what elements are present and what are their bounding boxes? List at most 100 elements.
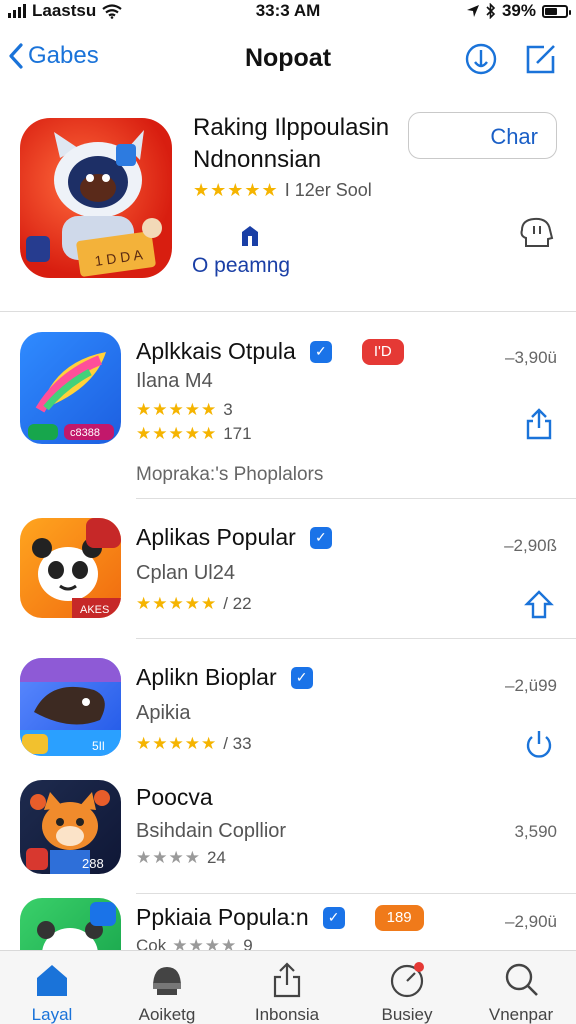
bluetooth-icon (486, 3, 496, 19)
star-rating-icon: ★★★★ (172, 936, 238, 950)
share-button[interactable] (524, 588, 554, 625)
app-icon (20, 898, 121, 950)
battery-percent: 39% (501, 1, 536, 20)
app-rating: Cok ★★★★ 9 (136, 936, 253, 950)
tab-bar: Layal Aoiketg Inbonsia Busiey Vnenpar (0, 950, 576, 1024)
star-rating-icon: ★★★★★ (136, 400, 218, 419)
app-developer: Ilana M4 (136, 370, 213, 392)
search-icon (505, 963, 538, 996)
home-icon (37, 965, 67, 996)
app-rating-text: / 22 (223, 594, 252, 613)
tab-busiey[interactable]: Busiey (352, 961, 462, 1024)
app-name: Aplikn Bioplar (136, 664, 277, 690)
tab-vnenpar[interactable]: Vnenpar (466, 961, 576, 1024)
compose-button[interactable] (524, 42, 558, 81)
divider (136, 638, 576, 639)
gauge-icon (390, 962, 424, 998)
app-icon: AKES (20, 518, 121, 618)
star-rating-icon: ★★★★★ (136, 424, 218, 443)
app-name-row: Aplkkais Otpula ✓ I'D (136, 338, 404, 365)
rainbow-feather-icon: c8388 (28, 352, 114, 440)
app-icon: 5Il (20, 658, 121, 756)
app-name-row: Poocva (136, 784, 213, 811)
app-icon: 288 (20, 780, 121, 874)
navigation-bar: Gabes Nopoat (0, 34, 576, 90)
app-name: Aplikas Popular (136, 524, 296, 550)
app-count: –2,90ß (504, 536, 557, 555)
power-icon (526, 731, 552, 758)
tab-label: Layal (31, 1005, 73, 1024)
app-rating: ★★★★★ / 33 (136, 734, 252, 754)
location-icon (466, 5, 479, 17)
app-icon: c8388 (20, 332, 121, 444)
app-icon-caption: 288 (82, 856, 104, 871)
list-item[interactable]: AKES Aplikas Popular ✓ Cplan Ul24 ★★★★★ … (0, 500, 576, 640)
featured-action-button[interactable]: Char (408, 112, 557, 159)
app-name: Ppkiaia Popula:n (136, 904, 309, 930)
whale-mascot-icon: 5Il (20, 658, 121, 756)
app-name: Poocva (136, 784, 213, 810)
share-icon (524, 590, 554, 619)
app-badge: I'D (361, 338, 404, 365)
featured-title: Raking Ilppoulasin Ndnonnsian (193, 114, 390, 173)
status-right: 39% (466, 1, 571, 21)
app-icon-caption: AKES (80, 604, 109, 616)
verified-badge-icon: ✓ (309, 340, 332, 363)
app-developer: Bsihdain Copllior (136, 820, 287, 842)
list-caption: Mopraka:'s Phoplalors (136, 464, 324, 485)
nav-actions (464, 42, 558, 81)
app-rating: ★★★★ 24 (136, 848, 226, 868)
app-rating-text: 24 (206, 848, 226, 867)
tab-label: Busiey (381, 1005, 433, 1024)
app-rating-secondary: ★★★★★ 171 (136, 424, 252, 444)
tab-aoiketg[interactable]: Aoiketg (112, 961, 222, 1024)
app-rating-text: 171 (223, 424, 252, 443)
list-item[interactable]: 288 Poocva Bsihdain Copllior ★★★★ 24 3,5… (0, 774, 576, 894)
tab-label: Inbonsia (254, 1005, 320, 1024)
list-item[interactable]: Ppkiaia Popula:n ✓ 189 Cok ★★★★ 9 –2,90ü (0, 894, 576, 950)
info-icon (465, 43, 497, 75)
app-rating-text: 9 (243, 936, 253, 950)
share-button[interactable] (524, 408, 554, 445)
featured-rating-text: I 12er Sool (284, 180, 372, 200)
tab-layal[interactable]: Layal (0, 961, 107, 1024)
app-developer: Cplan Ul24 (136, 562, 235, 584)
panda-mascot-icon (37, 902, 116, 950)
featured-side-button[interactable] (518, 216, 556, 255)
app-badge: 189 (374, 904, 424, 931)
info-button[interactable] (464, 42, 498, 81)
app-count: –2,ü99 (505, 676, 557, 695)
featured-open-link[interactable]: O peamng (192, 224, 290, 278)
app-name-row: Ppkiaia Popula:n ✓ 189 (136, 904, 424, 931)
featured-app-icon[interactable]: 1 D D A (20, 118, 172, 278)
robot-cat-mascot-icon: 1 D D A (26, 130, 162, 277)
app-name: Aplkkais Otpula (136, 338, 296, 364)
list-item[interactable]: c8388 Aplkkais Otpula ✓ I'D Ilana M4 ★★★… (0, 312, 576, 500)
compose-icon (526, 45, 555, 74)
app-icon-caption: c8388 (70, 427, 100, 439)
app-rating: ★★★★★ 3 (136, 400, 233, 420)
verified-badge-icon: ✓ (309, 526, 332, 549)
star-rating-icon: ★★★★★ (136, 594, 218, 613)
featured-rating: ★★★★★ I 12er Sool (193, 180, 372, 201)
star-rating-icon: ★★★★★ (136, 734, 218, 753)
battery-fill (545, 7, 557, 15)
head-profile-icon (520, 217, 554, 247)
star-rating-icon: ★★★★★ (193, 180, 279, 200)
app-count: 3,590 (514, 822, 557, 841)
app-rating: ★★★★★ / 22 (136, 594, 252, 614)
app-count: –3,90ü (505, 348, 557, 367)
verified-badge-icon: ✓ (322, 906, 345, 929)
tab-inbonsia[interactable]: Inbonsia (232, 961, 342, 1024)
app-icon-caption: 5Il (92, 739, 105, 753)
power-button[interactable] (524, 728, 554, 765)
app-developer: Apikia (136, 702, 191, 724)
helmet-icon (153, 967, 181, 995)
app-name-row: Aplikas Popular ✓ (136, 524, 332, 551)
list-item[interactable]: 5Il Aplikn Bioplar ✓ Apikia ★★★★★ / 33 –… (0, 640, 576, 774)
tab-label: Vnenpar (488, 1005, 554, 1024)
featured-app: 1 D D A Raking Ilppoulasin Ndnonnsian ★★… (0, 100, 576, 312)
status-bar: Laastsu 33:3 AM 39% (0, 0, 576, 24)
battery-icon (542, 4, 571, 18)
app-developer: Cok (136, 936, 167, 950)
